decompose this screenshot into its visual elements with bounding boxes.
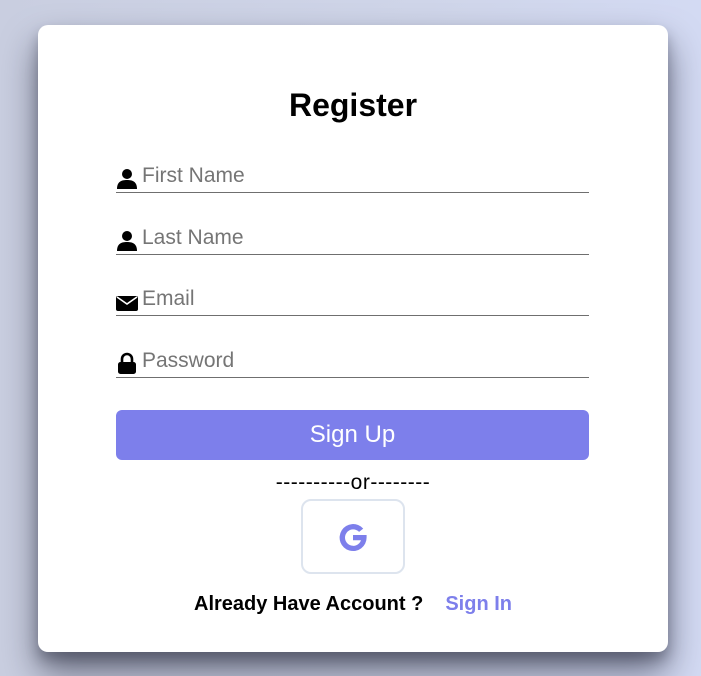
or-divider: ----------or-------- (275, 471, 431, 494)
last-name-input[interactable] (142, 224, 582, 252)
first-name-input[interactable] (142, 162, 582, 190)
last-name-field (116, 224, 589, 255)
google-signin-button[interactable] (301, 499, 405, 574)
page-title: Register (288, 87, 418, 123)
email-input[interactable] (142, 285, 582, 313)
password-field (116, 347, 589, 378)
email-field (116, 285, 589, 316)
user-icon (116, 167, 138, 189)
register-card: Register First Name Last Name Email Sign… (38, 25, 668, 652)
already-have-account-text: Already Have Account ? (194, 593, 424, 615)
signin-prompt: Already Have Account ? Sign In (38, 593, 668, 616)
first-name-field (116, 162, 589, 193)
sign-in-link[interactable]: Sign In (445, 593, 512, 615)
password-input[interactable] (142, 347, 582, 375)
lock-icon (116, 352, 138, 374)
sign-up-button[interactable]: Sign Up (116, 410, 589, 460)
envelope-icon (116, 290, 138, 312)
google-icon (339, 524, 367, 552)
user-icon (116, 229, 138, 251)
